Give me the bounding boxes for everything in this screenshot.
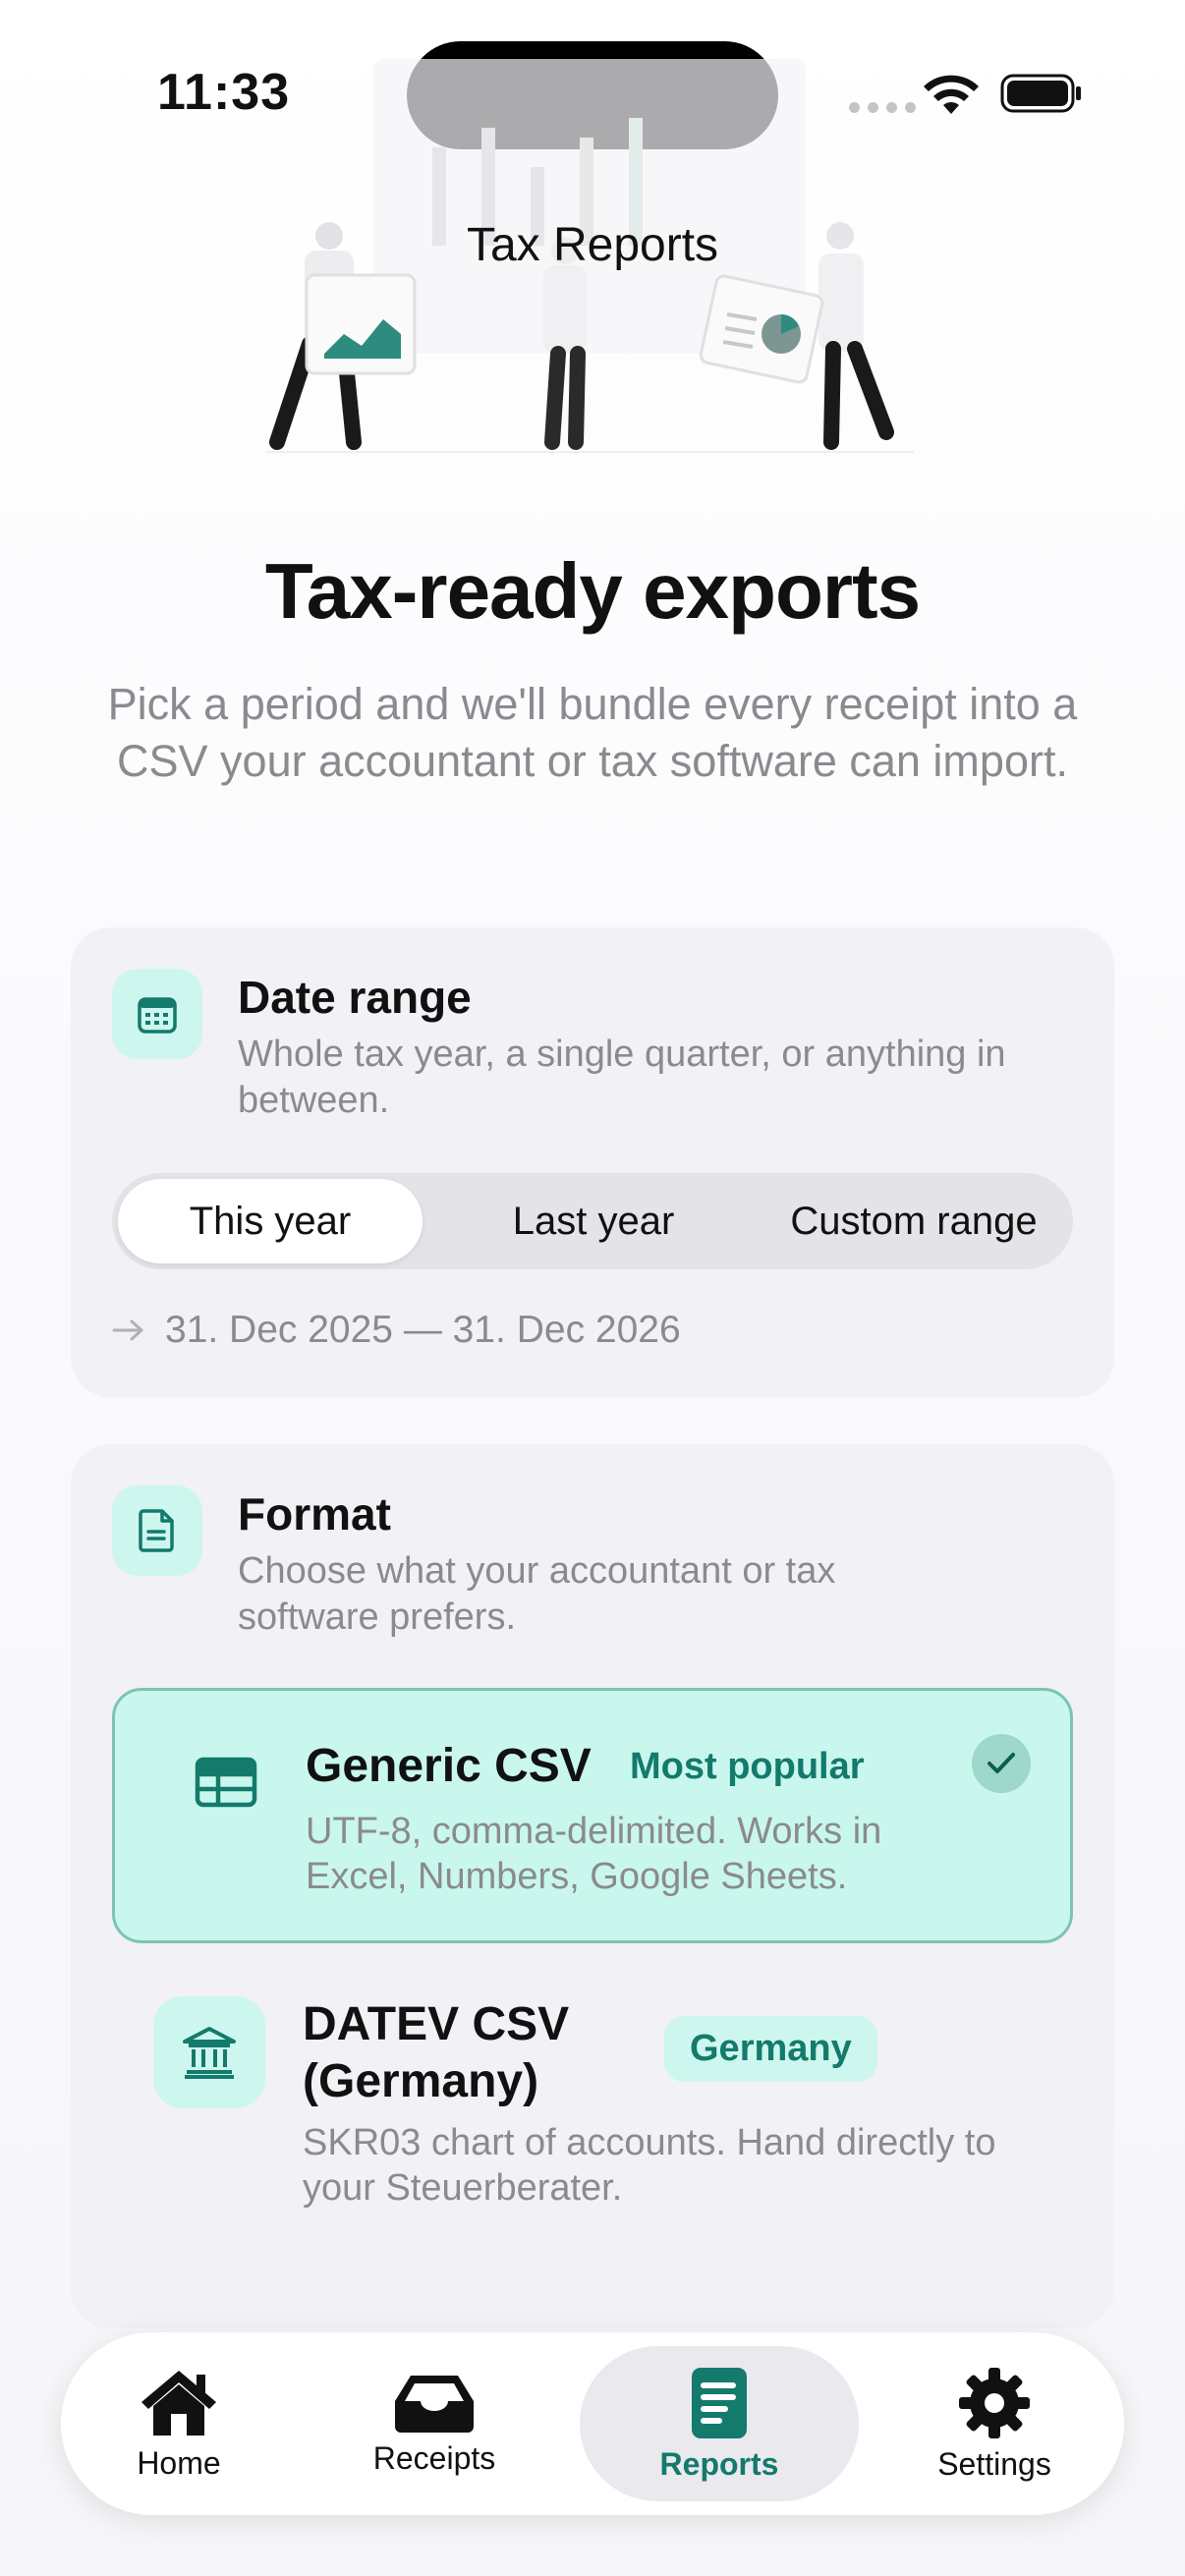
tray-icon — [395, 2375, 474, 2433]
battery-icon — [1000, 74, 1081, 113]
tab-home[interactable]: Home — [81, 2346, 277, 2501]
format-description: Choose what your accountant or tax softw… — [238, 1550, 836, 1638]
range-text: 31. Dec 2025 — 31. Dec 2026 — [165, 1309, 681, 1351]
segment-custom-range[interactable]: Custom range — [761, 1179, 1067, 1263]
germany-badge: Germany — [664, 2016, 877, 2082]
checkmark-icon — [972, 1734, 1031, 1793]
nav-title: Tax Reports — [466, 219, 719, 271]
most-popular-badge: Most popular — [630, 1746, 865, 1787]
datev-csv-description: SKR03 chart of accounts. Hand directly t… — [303, 2122, 996, 2209]
tab-reports[interactable]: Reports — [580, 2346, 859, 2501]
segment-last-year[interactable]: Last year — [436, 1179, 751, 1263]
bank-icon — [153, 1996, 265, 2108]
format-option-datev-csv[interactable]: DATEV CSV (Germany) Germany SKR03 chart … — [112, 1996, 1073, 2262]
format-title: Format — [238, 1488, 391, 1540]
format-option-generic-csv[interactable]: Generic CSV Most popular UTF-8, comma-de… — [112, 1688, 1073, 1943]
tab-receipts[interactable]: Receipts — [336, 2346, 533, 2501]
date-range-segmented-control: This year Last year Custom range — [112, 1173, 1073, 1269]
document-icon — [112, 1485, 202, 1576]
tab-settings[interactable]: Settings — [886, 2346, 1102, 2501]
page-title: Tax-ready exports — [264, 547, 921, 635]
segment-this-year[interactable]: This year — [118, 1179, 423, 1263]
generic-csv-description: UTF-8, comma-delimited. Works in Excel, … — [306, 1811, 882, 1897]
table-icon — [170, 1726, 282, 1838]
date-range-card: Date range Whole tax year, a single quar… — [71, 927, 1114, 1397]
tab-bar: Home Receipts Reports Settings — [61, 2332, 1124, 2515]
arrow-right-icon — [112, 1319, 143, 1341]
selected-range: 31. Dec 2025 — 31. Dec 2026 — [112, 1309, 681, 1352]
generic-csv-title: Generic CSV — [306, 1740, 592, 1792]
calendar-icon — [112, 969, 202, 1059]
date-range-title: Date range — [238, 972, 472, 1023]
datev-csv-title: DATEV CSV (Germany) — [303, 1998, 570, 2107]
date-range-description: Whole tax year, a single quarter, or any… — [238, 1034, 1006, 1121]
document-text-icon — [692, 2367, 747, 2438]
format-card: Format Choose what your accountant or ta… — [71, 1444, 1114, 2328]
gear-icon — [959, 2367, 1030, 2438]
house-icon — [141, 2370, 216, 2436]
page-subtitle: Pick a period and we'll bundle every rec… — [107, 679, 1078, 786]
